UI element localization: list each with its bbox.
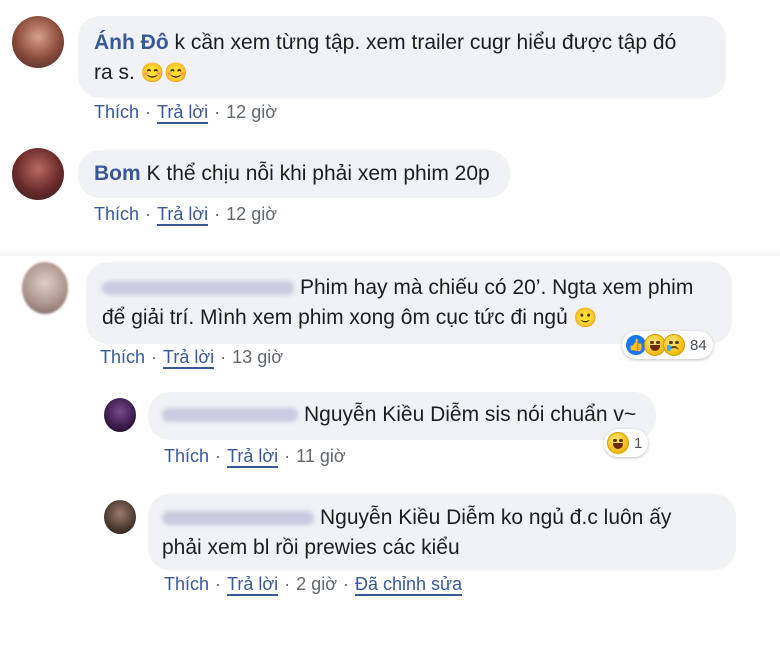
comment-time[interactable]: 12 giờ	[226, 102, 277, 122]
comment-time[interactable]: 11 giờ	[296, 446, 346, 466]
comment-bubble: Ánh Đô k cần xem từng tập. xem trailer c…	[78, 16, 726, 98]
reply-link[interactable]: Trả lời	[163, 347, 215, 369]
comment-actions: Thích · Trả lời · 12 giờ	[94, 102, 278, 124]
divider	[0, 246, 780, 256]
reaction-count: 1	[634, 434, 643, 452]
smile-emoji: 😊😊	[140, 63, 189, 84]
comment-time[interactable]: 2 giờ	[296, 574, 337, 594]
comment-text: ra s.	[94, 61, 135, 84]
blurred-author	[102, 281, 294, 296]
reaction-count: 84	[690, 336, 707, 354]
reply-text: Nguyễn Kiều Diễm ko ngủ đ.c luôn ấy	[320, 506, 672, 529]
comment-text: K thể chịu nỗi khi phải xem phim 20p	[146, 162, 490, 185]
reply-actions: Thích · Trả lời · 11 giờ	[164, 446, 346, 468]
like-link[interactable]: Thích	[164, 574, 209, 594]
laugh-icon	[607, 432, 629, 454]
edited-link[interactable]: Đã chỉnh sửa	[355, 574, 463, 596]
comment-author[interactable]: Ánh Đô	[94, 31, 169, 54]
comment-actions: Thích · Trả lời · 12 giờ	[94, 204, 278, 226]
avatar[interactable]	[104, 398, 136, 432]
like-link[interactable]: Thích	[94, 102, 139, 122]
comment-text: để giải trí. Mình xem phim xong ôm cục t…	[102, 306, 568, 329]
reply-text: Nguyễn Kiều Diễm sis nói chuẩn v~	[304, 403, 637, 426]
reply-link[interactable]: Trả lời	[227, 574, 279, 596]
reply-link[interactable]: Trả lời	[157, 102, 209, 124]
like-link[interactable]: Thích	[94, 204, 139, 224]
avatar[interactable]	[22, 262, 68, 314]
comment-actions: Thích · Trả lời · 13 giờ	[100, 347, 284, 369]
comment-author[interactable]: Bom	[94, 162, 141, 185]
reply-bubble: Nguyễn Kiều Diễm sis nói chuẩn v~	[148, 392, 656, 440]
like-link[interactable]: Thích	[100, 347, 145, 367]
comment-text: k cần xem từng tập. xem trailer cugr hiể…	[174, 31, 677, 54]
reply-link[interactable]: Trả lời	[157, 204, 209, 226]
reply-bubble: Nguyễn Kiều Diễm ko ngủ đ.c luôn ấy phải…	[148, 494, 736, 570]
avatar[interactable]	[12, 16, 64, 68]
avatar[interactable]	[12, 148, 64, 200]
like-link[interactable]: Thích	[164, 446, 209, 466]
reply-actions: Thích · Trả lời · 2 giờ · Đã chỉnh sửa	[164, 574, 463, 596]
blurred-author	[162, 511, 314, 526]
avatar[interactable]	[104, 500, 136, 534]
reaction-summary[interactable]: 1	[604, 429, 649, 457]
comment-bubble: Bom K thể chịu nỗi khi phải xem phim 20p	[78, 150, 510, 198]
comment-time[interactable]: 13 giờ	[232, 347, 283, 367]
blurred-author	[162, 408, 298, 423]
comment-text: Phim hay mà chiếu có 20’. Ngta xem phim	[300, 276, 694, 299]
reaction-summary[interactable]: 👍 84	[622, 331, 713, 359]
comment-time[interactable]: 12 giờ	[226, 204, 277, 224]
smile-emoji: 🙂	[573, 308, 598, 329]
reply-link[interactable]: Trả lời	[227, 446, 279, 468]
sad-icon	[663, 334, 685, 356]
reply-text: phải xem bl rồi prewies các kiểu	[162, 536, 460, 559]
